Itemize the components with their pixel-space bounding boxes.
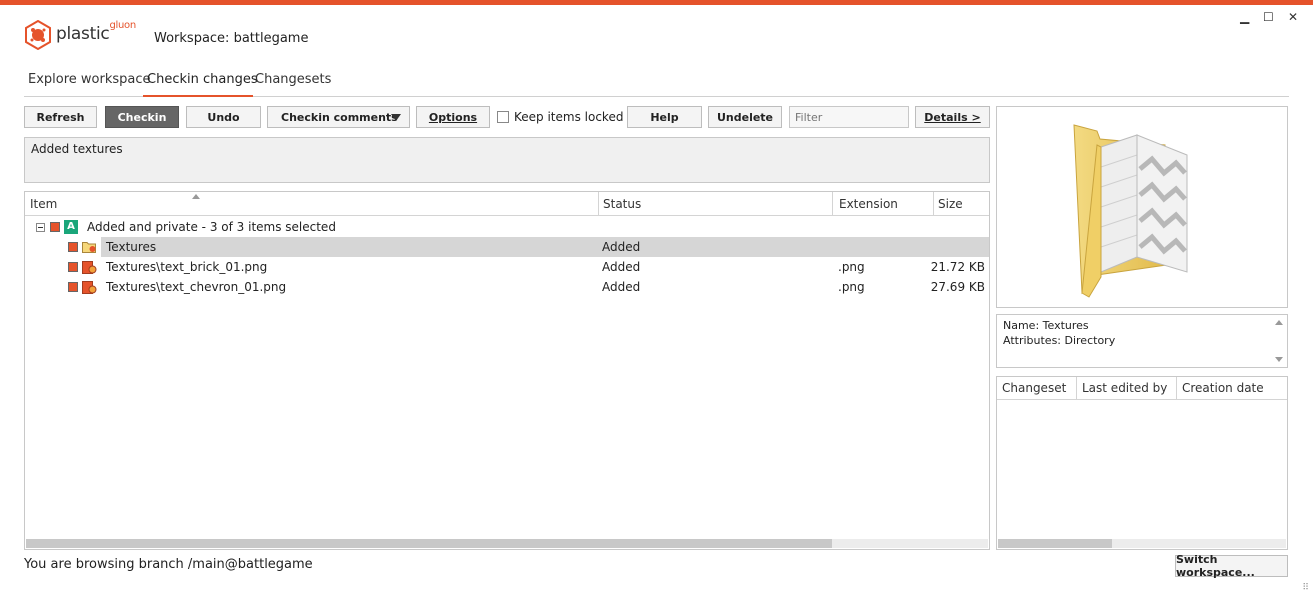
row-size: 27.69 KB [930, 280, 985, 294]
options-label: Options [428, 110, 478, 124]
column-separator[interactable] [933, 192, 934, 215]
brand-sup: gluon [109, 20, 136, 32]
undo-button[interactable]: Undo [186, 106, 261, 128]
accent-top-bar [0, 0, 1313, 5]
checkin-comment-text: Added textures [31, 142, 123, 156]
preview-panel [996, 106, 1288, 308]
column-separator[interactable] [1076, 377, 1077, 399]
brand-name: plasticgluon [56, 20, 136, 44]
options-button[interactable]: Options [416, 106, 490, 128]
group-label: Added and private - 3 of 3 items selecte… [87, 220, 336, 234]
details-label: Details > [924, 110, 981, 124]
table-row[interactable]: Textures Added [101, 237, 989, 257]
collapse-icon[interactable] [36, 223, 45, 232]
row-checkbox[interactable] [68, 282, 78, 292]
added-badge: A [64, 220, 78, 234]
grid-header: Item Status Extension Size [25, 192, 989, 216]
column-size[interactable]: Size [938, 197, 963, 211]
row-status: Added [602, 240, 641, 254]
minimize-icon[interactable]: ▁ [1240, 10, 1249, 24]
table-row[interactable]: Textures\text_chevron_01.png Added .png … [25, 277, 989, 297]
row-status: Added [602, 260, 641, 274]
column-separator[interactable] [1176, 377, 1177, 399]
tab-checkin-changes[interactable]: Checkin changes [147, 72, 258, 87]
column-last-edited-by[interactable]: Last edited by [1082, 381, 1167, 395]
resize-grip-icon[interactable]: ⠿ [1302, 583, 1309, 593]
refresh-button[interactable]: Refresh [24, 106, 97, 128]
row-item: Textures\text_chevron_01.png [106, 280, 287, 294]
column-status[interactable]: Status [603, 197, 641, 211]
private-file-icon [82, 281, 97, 294]
tab-explore-workspace[interactable]: Explore workspace [28, 72, 151, 87]
details-button[interactable]: Details > [915, 106, 990, 128]
property-name: Name: Textures [1003, 319, 1089, 332]
row-item: Textures\text_brick_01.png [106, 260, 268, 274]
tab-changesets[interactable]: Changesets [255, 72, 331, 87]
checkin-comments-button[interactable]: Checkin comments [267, 106, 410, 128]
undelete-button[interactable]: Undelete [708, 106, 782, 128]
private-file-icon [82, 261, 97, 274]
keep-locked-label: Keep items locked [514, 110, 624, 124]
history-panel: Changeset Last edited by Creation date [996, 376, 1288, 550]
filter-input[interactable] [789, 106, 909, 128]
keep-locked-checkbox[interactable] [497, 111, 509, 123]
maximize-icon[interactable]: ☐ [1263, 10, 1274, 24]
branch-status-text: You are browsing branch /main@battlegame [24, 557, 313, 572]
horizontal-scrollbar[interactable] [26, 539, 988, 548]
column-changeset[interactable]: Changeset [1002, 381, 1066, 395]
row-status: Added [602, 280, 641, 294]
folder-preview-icon [1073, 124, 1188, 298]
sort-ascending-icon [192, 194, 200, 199]
brand-text: plastic [56, 24, 110, 44]
checkin-comments-label: Checkin comments [281, 110, 398, 124]
active-tab-indicator [143, 95, 253, 97]
checkin-comment-box[interactable]: Added textures [24, 137, 990, 183]
checkin-button[interactable]: Checkin [105, 106, 179, 128]
plastic-logo-icon [25, 20, 51, 50]
dropdown-arrow-icon [391, 114, 401, 121]
column-creation-date[interactable]: Creation date [1182, 381, 1264, 395]
horizontal-scrollbar[interactable] [998, 539, 1286, 548]
scrollbar-thumb[interactable] [998, 539, 1112, 548]
column-separator[interactable] [832, 192, 833, 215]
close-icon[interactable]: ✕ [1288, 10, 1298, 24]
row-checkbox[interactable] [68, 242, 78, 252]
row-checkbox[interactable] [68, 262, 78, 272]
switch-workspace-button[interactable]: Switch workspace... [1175, 553, 1288, 579]
workspace-title: Workspace: battlegame [154, 31, 309, 46]
table-row[interactable]: Textures\text_brick_01.png Added .png 21… [25, 257, 989, 277]
scrollbar-thumb[interactable] [26, 539, 832, 548]
help-button[interactable]: Help [627, 106, 702, 128]
group-checkbox[interactable] [50, 222, 60, 232]
pending-changes-grid: Item Status Extension Size A Added and p… [24, 191, 990, 550]
row-item: Textures [106, 240, 157, 254]
group-row[interactable]: A Added and private - 3 of 3 items selec… [25, 217, 989, 237]
column-item[interactable]: Item [30, 197, 57, 211]
property-attributes: Attributes: Directory [1003, 334, 1116, 347]
private-folder-icon [82, 242, 96, 253]
history-header: Changeset Last edited by Creation date [997, 377, 1287, 400]
vertical-scrollbar[interactable] [1272, 316, 1286, 366]
row-size: 21.72 KB [930, 260, 985, 274]
column-extension[interactable]: Extension [839, 197, 898, 211]
properties-panel: Name: Textures Attributes: Directory [996, 314, 1288, 368]
row-extension: .png [838, 280, 865, 294]
column-separator[interactable] [598, 192, 599, 215]
row-extension: .png [838, 260, 865, 274]
